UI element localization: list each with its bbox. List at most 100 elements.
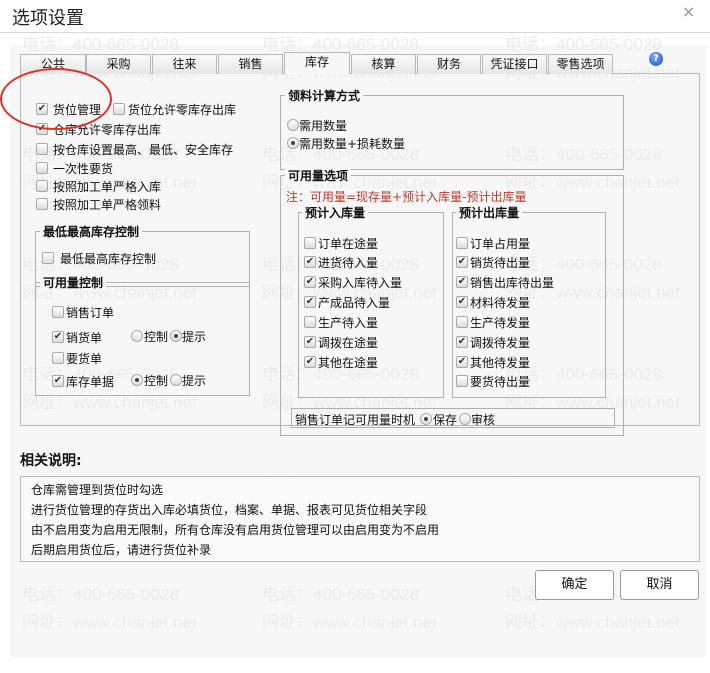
label-inbound: 产成品待入量 [318,296,391,310]
label-min-max: 最低最高库存控制 [60,252,157,266]
group-title: 领料计算方式 [285,87,364,104]
checkbox-outbound[interactable] [456,237,468,249]
radio-hint[interactable] [170,330,182,342]
cancel-button[interactable]: 取消 [620,570,699,600]
description-title: 相关说明: [20,453,82,469]
radio-timing-save[interactable] [420,413,432,425]
checkbox-available-control[interactable]: ✔ [52,375,64,387]
checkbox-outbound[interactable] [456,316,468,328]
label-available-control: 要货单 [66,352,103,366]
label-hint: 提示 [182,374,207,388]
label-inbound: 订单在途量 [318,237,379,251]
tab-5[interactable]: 核算 [351,54,416,74]
label-timing-save: 保存 [433,413,458,427]
checkbox-inbound[interactable]: ✔ [304,356,316,368]
checkbox-left-option[interactable] [36,180,48,192]
label-outbound: 销货待出量 [470,256,531,270]
tab-inventory-active[interactable]: 库存 [284,52,350,74]
label-inbound: 生产待入量 [318,316,379,330]
label-hint: 提示 [182,330,207,344]
checkbox-available-control[interactable]: ✔ [52,331,64,343]
highlight-ellipse [0,68,112,130]
label-left-option: 按照加工单严格领料 [53,198,162,212]
label-left-option: 按仓库设置最高、最低、安全库存 [53,143,234,157]
label-timing-audit: 审核 [471,413,496,427]
group-title: 预计出库量 [456,204,523,221]
watermark-phone: 电话：400-665-0028 [22,35,179,54]
tab-6[interactable]: 财务 [417,54,481,74]
label-available-control: 库存单据 [66,375,115,389]
group-title: 预计入库量 [302,204,369,221]
description-line: 后期启用货位后，请进行货位补录 [31,543,212,557]
checkbox-min-max[interactable] [42,252,54,264]
label-outbound: 生产待发量 [470,316,531,330]
checkbox-left-option[interactable] [36,143,48,155]
description-line: 由不启用变为启用无限制，所有仓库没有启用货位管理可以由启用变为不启用 [31,523,440,537]
tab-3[interactable]: 销售 [218,54,283,74]
tab-7[interactable]: 凭证接口 [482,54,547,74]
label-outbound: 调拨待发量 [470,336,531,350]
help-icon[interactable]: ? [649,52,663,66]
tab-1[interactable]: 采购 [86,54,151,74]
watermark-site: 网址：www.chanjet.net [505,613,680,632]
checkbox-outbound[interactable]: ✔ [456,356,468,368]
checkbox-inbound[interactable]: ✔ [304,296,316,308]
checkbox-inbound[interactable]: ✔ [304,336,316,348]
checkbox-left-option[interactable] [36,198,48,210]
group-title: 可用量控制 [40,274,107,291]
label-inbound: 进货待入量 [318,256,379,270]
close-icon[interactable]: × [682,2,695,21]
radio-timing-audit[interactable] [459,413,471,425]
checkbox-outbound[interactable] [456,375,468,387]
checkbox-inbound[interactable] [304,316,316,328]
label-outbound: 材料待发量 [470,296,531,310]
checkbox-available-control[interactable] [52,352,64,364]
checkbox-outbound[interactable]: ✔ [456,296,468,308]
watermark-phone: 电话：400-665-0028 [505,35,662,54]
tab-8[interactable]: 零售选项 [548,54,613,74]
checkbox-outbound[interactable]: ✔ [456,256,468,268]
label-available-control: 销售订单 [66,306,115,320]
radio-control[interactable] [131,330,143,342]
ok-button[interactable]: 确定 [535,570,614,600]
checkbox-available-control[interactable] [52,306,64,318]
timing-label: 销售订单记可用量时机 [295,413,416,427]
radio-material-calc[interactable] [287,119,299,131]
label-outbound: 订单占用量 [470,237,531,251]
label-control: 控制 [144,330,169,344]
watermark-phone: 电话：400-665-0028 [22,585,179,604]
checkbox-outbound[interactable]: ✔ [456,336,468,348]
radio-hint[interactable] [170,374,182,386]
window-title: 选项设置 [12,8,84,29]
label-control: 控制 [144,374,169,388]
label-available-control: 销货单 [66,331,103,345]
description-line: 仓库需管理到货位时勾选 [31,483,164,497]
checkbox-inbound[interactable]: ✔ [304,256,316,268]
tab-2[interactable]: 往来 [152,54,217,74]
checkbox-left-option[interactable] [36,162,48,174]
checkbox-outbound[interactable]: ✔ [456,276,468,288]
watermark-phone: 电话：400-665-0028 [262,585,419,604]
label-outbound: 要货待出量 [470,375,531,389]
label-inbound: 调拨在途量 [318,336,379,350]
group-title: 最低最高库存控制 [40,223,143,240]
description-box: 仓库需管理到货位时勾选 进行货位管理的存货出入库必填货位，档案、单据、报表可见货… [20,476,700,562]
label-material-calc: 需用数量 [299,119,348,133]
label-outbound: 销售出库待出量 [470,276,555,290]
label-left-option: 按照加工单严格入库 [53,180,162,194]
label-material-calc: 需用数量+损耗数量 [299,137,406,151]
radio-material-calc[interactable] [287,137,299,149]
checkbox-inbound[interactable] [304,237,316,249]
label-left-option: 一次性要货 [53,162,114,176]
radio-control[interactable] [131,374,143,386]
checkbox-location-zero-stock[interactable] [113,103,125,115]
checkbox-inbound[interactable]: ✔ [304,276,316,288]
label-location-zero-stock: 货位允许零库存出库 [128,103,237,117]
label-inbound: 采购入库待入量 [318,276,403,290]
label-outbound: 其他待发量 [470,356,531,370]
group-title: 可用量选项 [285,167,352,184]
watermark-site: 网址：www.chanjet.net [262,613,437,632]
available-note: 注：可用量=现存量+预计入库量-预计出库量 [286,190,527,204]
watermark-site: 网址：www.chanjet.net [22,613,197,632]
description-line: 进行货位管理的存货出入库必填货位，档案、单据、报表可见货位相关字段 [31,503,428,517]
